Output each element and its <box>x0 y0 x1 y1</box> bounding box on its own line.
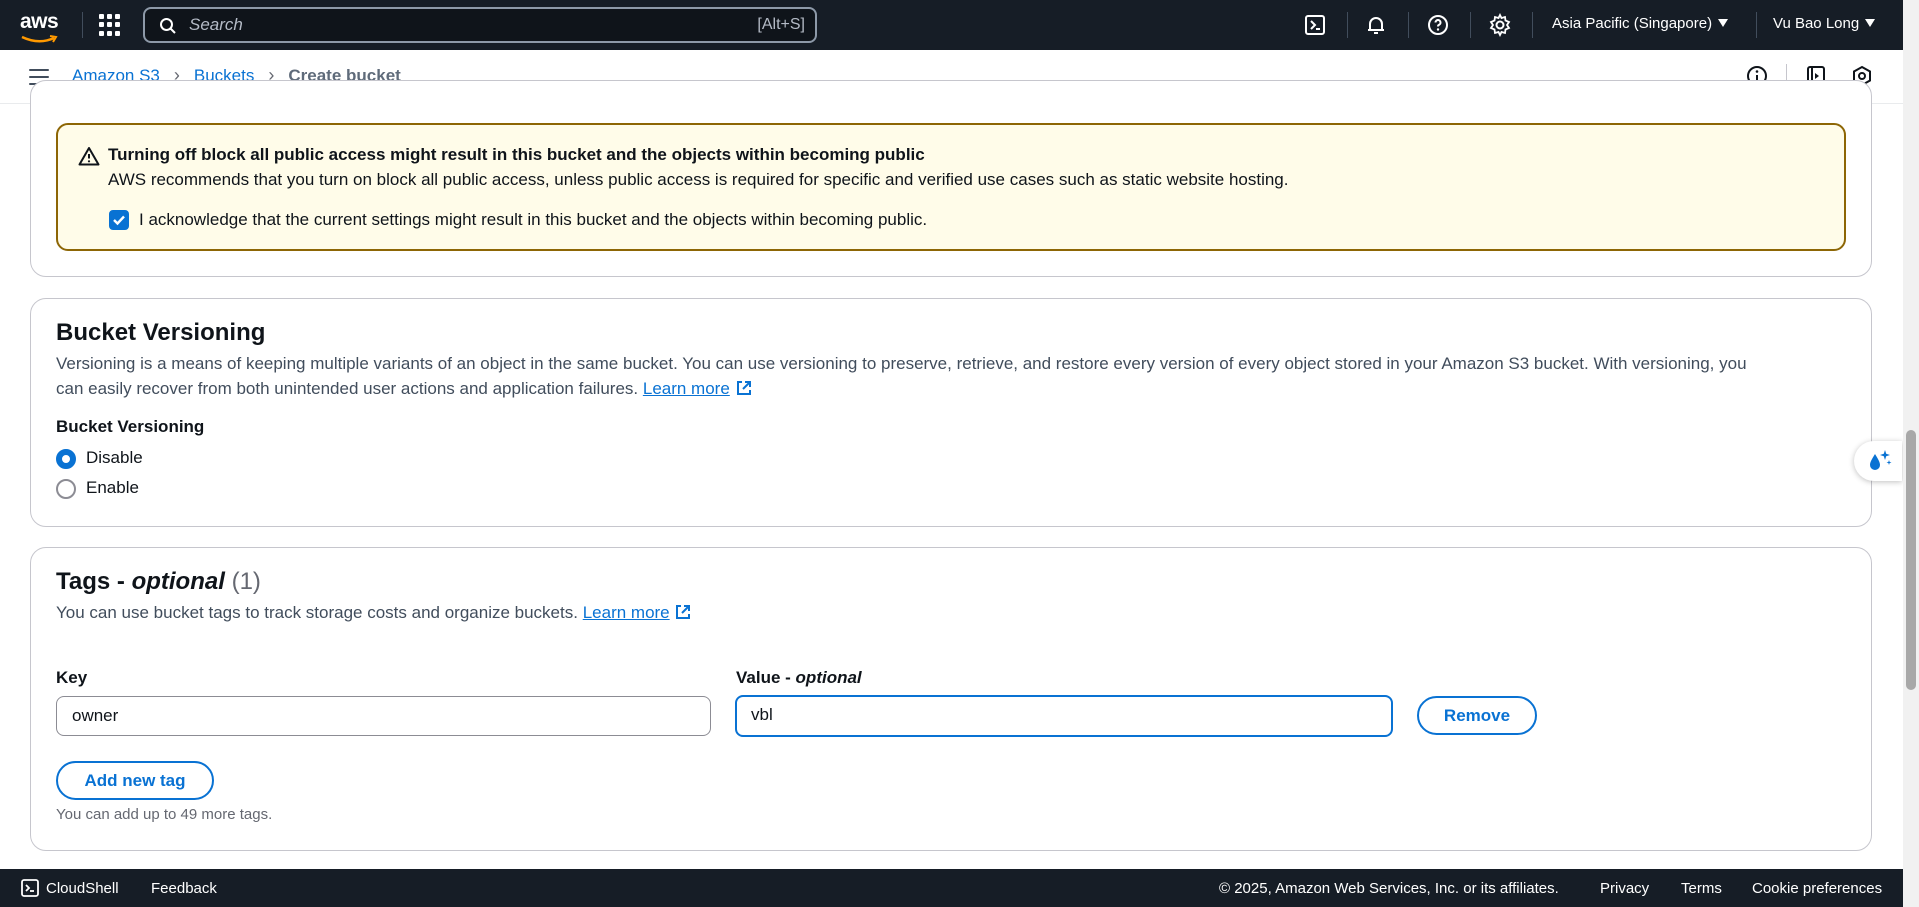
acknowledge-label: I acknowledge that the current settings … <box>139 210 928 229</box>
warning-body: AWS recommends that you turn on block al… <box>108 170 1289 189</box>
nav-divider <box>1470 12 1471 38</box>
aws-logo[interactable]: aws <box>20 10 60 43</box>
tags-limit-note: You can add up to 49 more tags. <box>56 806 273 823</box>
aws-smile-icon <box>21 35 58 43</box>
footer-feedback-link[interactable]: Feedback <box>151 880 217 897</box>
account-menu[interactable]: Vu Bao Long <box>1773 15 1876 32</box>
learn-more-label: Learn more <box>582 603 670 622</box>
nav-divider <box>1408 12 1409 38</box>
checkmark-icon <box>113 215 125 226</box>
warning-title: Turning off block all public access migh… <box>108 145 925 164</box>
public-access-warning: Turning off block all public access migh… <box>56 123 1846 251</box>
versioning-enable-label: Enable <box>86 478 139 497</box>
tag-value-label-optional: optional <box>795 668 862 687</box>
tags-description: You can use bucket tags to track storage… <box>56 600 692 625</box>
top-navigation-bar: aws Search [Alt+S] Asia Pacific (Singapo… <box>0 0 1919 50</box>
warning-icon <box>78 147 100 166</box>
versioning-disable-radio[interactable] <box>56 449 76 469</box>
bell-icon[interactable] <box>1364 13 1388 37</box>
user-name: Vu Bao Long <box>1773 15 1860 32</box>
versioning-description-line1: Versioning is a means of keeping multipl… <box>56 354 1747 373</box>
add-new-tag-button[interactable]: Add new tag <box>56 761 214 800</box>
versioning-description: Versioning is a means of keeping multipl… <box>56 351 1856 401</box>
footer-cookie-preferences-link[interactable]: Cookie preferences <box>1752 880 1882 897</box>
footer: CloudShell Feedback © 2025, Amazon Web S… <box>0 869 1903 907</box>
versioning-disable-label: Disable <box>86 448 143 467</box>
aws-logo-text: aws <box>20 10 59 33</box>
tag-key-input[interactable]: owner <box>56 696 711 736</box>
remove-tag-button[interactable]: Remove <box>1417 696 1537 735</box>
nav-divider <box>1756 12 1757 38</box>
services-menu-icon[interactable] <box>99 14 121 36</box>
tag-key-label: Key <box>56 668 88 687</box>
tags-title-optional: optional <box>131 568 225 595</box>
search-input[interactable]: Search [Alt+S] <box>143 7 817 43</box>
versioning-description-line2: can easily recover from both unintended … <box>56 379 639 398</box>
tags-title: Tags - optional (1) <box>56 568 261 596</box>
learn-more-label: Learn more <box>642 379 730 398</box>
search-icon <box>160 18 176 34</box>
footer-terms-link[interactable]: Terms <box>1681 880 1722 897</box>
region-selector[interactable]: Asia Pacific (Singapore) <box>1552 15 1729 32</box>
versioning-field-label: Bucket Versioning <box>56 417 205 436</box>
external-link-icon <box>676 605 691 619</box>
cloudshell-icon[interactable] <box>1303 13 1327 37</box>
footer-cloudshell-link[interactable]: CloudShell <box>46 880 119 897</box>
nav-divider <box>1532 12 1533 38</box>
caret-down-icon <box>1865 19 1876 27</box>
tags-learn-more-link[interactable]: Learn more <box>583 603 670 622</box>
cloudshell-icon[interactable] <box>20 878 40 898</box>
versioning-learn-more-link[interactable]: Learn more <box>643 379 730 398</box>
tag-value-label: Value - optional <box>736 668 862 688</box>
amazon-q-floating-button[interactable] <box>1854 441 1902 481</box>
versioning-title: Bucket Versioning <box>56 319 266 346</box>
scrollbar-thumb[interactable] <box>1906 430 1916 690</box>
help-icon[interactable] <box>1426 13 1450 37</box>
search-shortcut: [Alt+S] <box>757 16 805 33</box>
tags-description-text: You can use bucket tags to track storage… <box>56 603 578 622</box>
caret-down-icon <box>1718 19 1729 27</box>
tags-count: (1) <box>231 568 261 595</box>
acknowledge-checkbox[interactable] <box>109 210 129 230</box>
footer-copyright: © 2025, Amazon Web Services, Inc. or its… <box>1219 880 1559 897</box>
nav-divider <box>82 12 83 38</box>
gear-icon[interactable] <box>1488 13 1512 37</box>
footer-privacy-link[interactable]: Privacy <box>1600 880 1649 897</box>
tags-title-main: Tags - <box>56 568 125 595</box>
tag-value-label-main: Value - <box>736 668 791 687</box>
sparkle-drop-icon <box>1870 450 1892 470</box>
tag-value-input[interactable]: vbl <box>735 695 1393 737</box>
search-placeholder: Search <box>189 15 243 34</box>
region-label: Asia Pacific (Singapore) <box>1552 15 1713 32</box>
bucket-versioning-panel <box>30 298 1872 527</box>
external-link-icon <box>736 381 751 395</box>
nav-divider <box>1347 12 1348 38</box>
versioning-enable-radio[interactable] <box>56 479 76 499</box>
